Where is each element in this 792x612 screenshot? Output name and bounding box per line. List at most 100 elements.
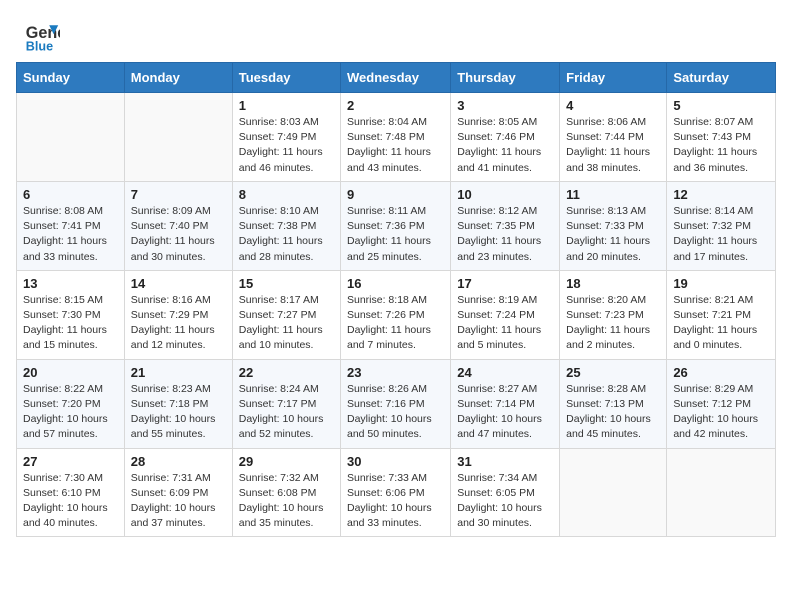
day-number: 21 xyxy=(131,365,226,380)
day-info: Sunrise: 8:29 AM Sunset: 7:12 PM Dayligh… xyxy=(673,382,769,443)
col-header-sunday: Sunday xyxy=(17,63,125,93)
day-number: 19 xyxy=(673,276,769,291)
calendar-wrap: SundayMondayTuesdayWednesdayThursdayFrid… xyxy=(0,62,792,553)
day-info: Sunrise: 8:07 AM Sunset: 7:43 PM Dayligh… xyxy=(673,115,769,176)
calendar-cell: 4Sunrise: 8:06 AM Sunset: 7:44 PM Daylig… xyxy=(560,93,667,182)
day-number: 12 xyxy=(673,187,769,202)
day-info: Sunrise: 8:12 AM Sunset: 7:35 PM Dayligh… xyxy=(457,204,553,265)
calendar-cell: 29 Sunrise: 7:32 AM Sunset: 6:08 PM Dayli… xyxy=(232,448,340,537)
calendar-table: SundayMondayTuesdayWednesdayThursdayFrid… xyxy=(16,62,776,537)
day-number: 7 xyxy=(131,187,226,202)
day-info: Sunrise: 8:16 AM Sunset: 7:29 PM Dayligh… xyxy=(131,293,226,354)
calendar-cell: 10 Sunrise: 8:12 AM Sunset: 7:35 PM Dayli… xyxy=(451,181,560,270)
day-info: Sunrise: 8:21 AM Sunset: 7:21 PM Dayligh… xyxy=(673,293,769,354)
day-number: 10 xyxy=(457,187,553,202)
day-info: Sunrise: 7:32 AM Sunset: 6:08 PM Dayligh… xyxy=(239,471,334,532)
day-number: 5 xyxy=(673,98,769,113)
day-number: 25 xyxy=(566,365,660,380)
calendar-cell: 13Sunrise: 8:15 AM Sunset: 7:30 PM Dayli… xyxy=(17,270,125,359)
day-number: 24 xyxy=(457,365,553,380)
day-info: Sunrise: 8:06 AM Sunset: 7:44 PM Dayligh… xyxy=(566,115,660,176)
day-info: Sunrise: 8:10 AM Sunset: 7:38 PM Dayligh… xyxy=(239,204,334,265)
day-info: Sunrise: 7:33 AM Sunset: 6:06 PM Dayligh… xyxy=(347,471,444,532)
day-info: Sunrise: 8:27 AM Sunset: 7:14 PM Dayligh… xyxy=(457,382,553,443)
day-info: Sunrise: 8:09 AM Sunset: 7:40 PM Dayligh… xyxy=(131,204,226,265)
day-number: 11 xyxy=(566,187,660,202)
calendar-cell: 15 Sunrise: 8:17 AM Sunset: 7:27 PM Dayli… xyxy=(232,270,340,359)
calendar-cell: 1Sunrise: 8:03 AM Sunset: 7:49 PM Daylig… xyxy=(232,93,340,182)
day-info: Sunrise: 8:24 AM Sunset: 7:17 PM Dayligh… xyxy=(239,382,334,443)
day-info: Sunrise: 8:18 AM Sunset: 7:26 PM Dayligh… xyxy=(347,293,444,354)
day-number: 29 xyxy=(239,454,334,469)
calendar-header-row: SundayMondayTuesdayWednesdayThursdayFrid… xyxy=(17,63,776,93)
calendar-week-row: 6 Sunrise: 8:08 AM Sunset: 7:41 PM Daylig… xyxy=(17,181,776,270)
day-number: 28 xyxy=(131,454,226,469)
day-info: Sunrise: 7:30 AM Sunset: 6:10 PM Dayligh… xyxy=(23,471,118,532)
calendar-week-row: 13Sunrise: 8:15 AM Sunset: 7:30 PM Dayli… xyxy=(17,270,776,359)
calendar-cell: 25 Sunrise: 8:28 AM Sunset: 7:13 PM Dayli… xyxy=(560,359,667,448)
day-number: 20 xyxy=(23,365,118,380)
calendar-cell: 12 Sunrise: 8:14 AM Sunset: 7:32 PM Dayli… xyxy=(667,181,776,270)
day-info: Sunrise: 8:13 AM Sunset: 7:33 PM Dayligh… xyxy=(566,204,660,265)
calendar-cell xyxy=(560,448,667,537)
day-number: 16 xyxy=(347,276,444,291)
day-number: 17 xyxy=(457,276,553,291)
day-info: Sunrise: 7:31 AM Sunset: 6:09 PM Dayligh… xyxy=(131,471,226,532)
day-number: 13 xyxy=(23,276,118,291)
day-number: 23 xyxy=(347,365,444,380)
day-info: Sunrise: 8:17 AM Sunset: 7:27 PM Dayligh… xyxy=(239,293,334,354)
calendar-cell: 9 Sunrise: 8:11 AM Sunset: 7:36 PM Daylig… xyxy=(341,181,451,270)
col-header-tuesday: Tuesday xyxy=(232,63,340,93)
day-number: 9 xyxy=(347,187,444,202)
calendar-cell: 20 Sunrise: 8:22 AM Sunset: 7:20 PM Dayli… xyxy=(17,359,125,448)
svg-text:Blue: Blue xyxy=(26,39,53,53)
day-number: 3 xyxy=(457,98,553,113)
calendar-cell: 6 Sunrise: 8:08 AM Sunset: 7:41 PM Daylig… xyxy=(17,181,125,270)
calendar-cell: 27 Sunrise: 7:30 AM Sunset: 6:10 PM Dayli… xyxy=(17,448,125,537)
calendar-cell: 19 Sunrise: 8:21 AM Sunset: 7:21 PM Dayli… xyxy=(667,270,776,359)
day-number: 2 xyxy=(347,98,444,113)
day-info: Sunrise: 7:34 AM Sunset: 6:05 PM Dayligh… xyxy=(457,471,553,532)
day-number: 30 xyxy=(347,454,444,469)
calendar-cell: 5 Sunrise: 8:07 AM Sunset: 7:43 PM Daylig… xyxy=(667,93,776,182)
calendar-week-row: 27 Sunrise: 7:30 AM Sunset: 6:10 PM Dayli… xyxy=(17,448,776,537)
logo: General Blue xyxy=(24,18,68,54)
calendar-week-row: 20 Sunrise: 8:22 AM Sunset: 7:20 PM Dayli… xyxy=(17,359,776,448)
day-info: Sunrise: 8:14 AM Sunset: 7:32 PM Dayligh… xyxy=(673,204,769,265)
calendar-cell: 18 Sunrise: 8:20 AM Sunset: 7:23 PM Dayli… xyxy=(560,270,667,359)
day-number: 1 xyxy=(239,98,334,113)
calendar-cell: 26Sunrise: 8:29 AM Sunset: 7:12 PM Dayli… xyxy=(667,359,776,448)
day-info: Sunrise: 8:08 AM Sunset: 7:41 PM Dayligh… xyxy=(23,204,118,265)
col-header-wednesday: Wednesday xyxy=(341,63,451,93)
day-info: Sunrise: 8:11 AM Sunset: 7:36 PM Dayligh… xyxy=(347,204,444,265)
day-number: 15 xyxy=(239,276,334,291)
day-number: 6 xyxy=(23,187,118,202)
logo-icon: General Blue xyxy=(24,18,60,54)
day-info: Sunrise: 8:26 AM Sunset: 7:16 PM Dayligh… xyxy=(347,382,444,443)
calendar-week-row: 1Sunrise: 8:03 AM Sunset: 7:49 PM Daylig… xyxy=(17,93,776,182)
col-header-friday: Friday xyxy=(560,63,667,93)
calendar-cell: 23 Sunrise: 8:26 AM Sunset: 7:16 PM Dayli… xyxy=(341,359,451,448)
day-info: Sunrise: 8:28 AM Sunset: 7:13 PM Dayligh… xyxy=(566,382,660,443)
calendar-cell: 14Sunrise: 8:16 AM Sunset: 7:29 PM Dayli… xyxy=(124,270,232,359)
day-info: Sunrise: 8:19 AM Sunset: 7:24 PM Dayligh… xyxy=(457,293,553,354)
day-info: Sunrise: 8:04 AM Sunset: 7:48 PM Dayligh… xyxy=(347,115,444,176)
day-info: Sunrise: 8:20 AM Sunset: 7:23 PM Dayligh… xyxy=(566,293,660,354)
calendar-cell: 8 Sunrise: 8:10 AM Sunset: 7:38 PM Daylig… xyxy=(232,181,340,270)
day-info: Sunrise: 8:05 AM Sunset: 7:46 PM Dayligh… xyxy=(457,115,553,176)
day-info: Sunrise: 8:22 AM Sunset: 7:20 PM Dayligh… xyxy=(23,382,118,443)
col-header-thursday: Thursday xyxy=(451,63,560,93)
col-header-monday: Monday xyxy=(124,63,232,93)
calendar-cell: 17 Sunrise: 8:19 AM Sunset: 7:24 PM Dayli… xyxy=(451,270,560,359)
calendar-cell: 22Sunrise: 8:24 AM Sunset: 7:17 PM Dayli… xyxy=(232,359,340,448)
day-number: 18 xyxy=(566,276,660,291)
day-info: Sunrise: 8:23 AM Sunset: 7:18 PM Dayligh… xyxy=(131,382,226,443)
calendar-cell: 28 Sunrise: 7:31 AM Sunset: 6:09 PM Dayli… xyxy=(124,448,232,537)
col-header-saturday: Saturday xyxy=(667,63,776,93)
calendar-cell: 24 Sunrise: 8:27 AM Sunset: 7:14 PM Dayli… xyxy=(451,359,560,448)
day-number: 8 xyxy=(239,187,334,202)
calendar-cell: 30 Sunrise: 7:33 AM Sunset: 6:06 PM Dayli… xyxy=(341,448,451,537)
calendar-cell: 2 Sunrise: 8:04 AM Sunset: 7:48 PM Daylig… xyxy=(341,93,451,182)
day-number: 27 xyxy=(23,454,118,469)
calendar-cell xyxy=(124,93,232,182)
